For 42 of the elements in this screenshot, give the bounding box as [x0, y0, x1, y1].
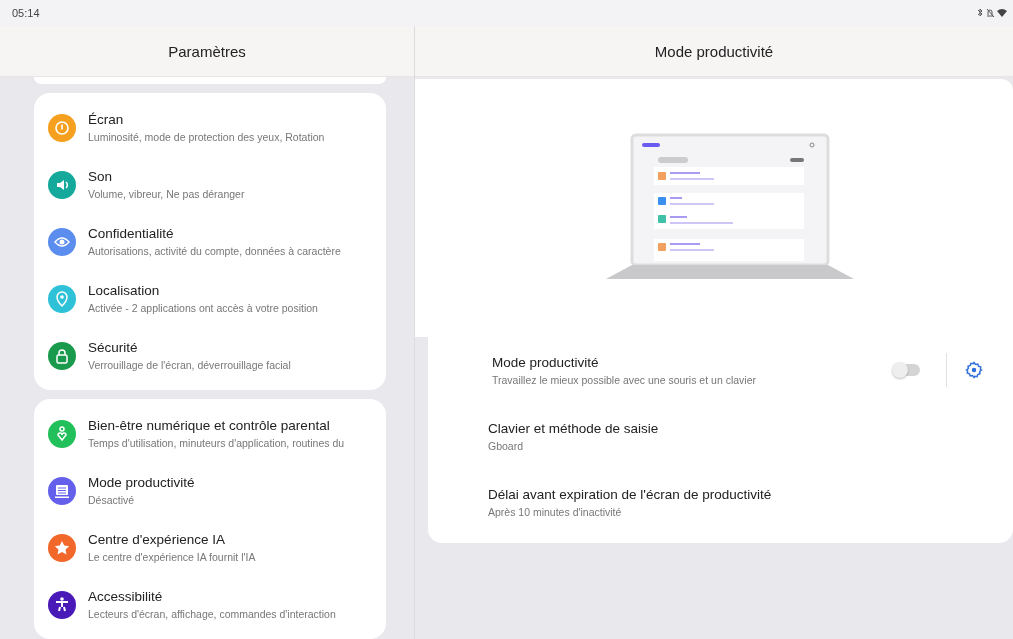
toggle-switch[interactable] — [894, 364, 920, 376]
item-subtitle: Désactivé — [88, 494, 136, 506]
item-subtitle: Volume, vibreur, Ne pas déranger — [88, 188, 245, 200]
item-title: Bien-être numérique et contrôle parental — [88, 418, 331, 433]
item-title: Mode productivité — [88, 475, 195, 490]
item-title: Centre d'expérience IA — [88, 532, 226, 547]
row-subtitle: Travaillez le mieux possible avec une souris et un clavier — [492, 373, 757, 386]
row-subtitle: Après 10 minutes d'inactivité — [488, 505, 623, 518]
pane-title: Mode productivité — [654, 42, 774, 60]
status-time: 05:14 — [12, 7, 40, 19]
item-subtitle: Le centre d'expérience IA fournit l'IA — [88, 551, 256, 563]
row-title: Mode productivité — [492, 354, 600, 370]
item-subtitle: Lecteurs d'écran, affichage, commandes d'interaction — [88, 608, 336, 620]
settings-item[interactable]: Écran Luminosité, mode de protection des yeux, Rotation — [34, 99, 386, 156]
status-icons — [977, 8, 1009, 18]
settings-item[interactable]: Mode productivité Désactivé — [34, 462, 386, 519]
item-title: Accessibilité — [88, 589, 164, 604]
settings-item[interactable]: Sécurité Verrouillage de l'écran, déverrouillage facial — [34, 327, 386, 384]
pane-title: Paramètres — [168, 42, 246, 60]
item-subtitle: Verrouillage de l'écran, déverrouillage facial — [88, 359, 291, 371]
item-subtitle: Luminosité, mode de protection des yeux, Rotation — [88, 131, 325, 143]
item-title: Sécurité — [88, 340, 139, 355]
settings-icon[interactable] — [965, 361, 983, 379]
settings-item[interactable]: Confidentialité Autorisations, activité du compte, données à caractère — [34, 213, 386, 270]
row-subtitle: Gboard — [488, 439, 525, 452]
item-subtitle: Autorisations, activité du compte, données à caractère — [88, 245, 341, 257]
item-title: Écran — [88, 112, 125, 127]
row-title: Délai avant expiration de l'écran de productivité — [488, 486, 773, 502]
item-title: Localisation — [88, 283, 161, 298]
settings-item[interactable]: Son Volume, vibreur, Ne pas déranger — [34, 156, 386, 213]
item-subtitle: Temps d'utilisation, minuteurs d'application, routines du — [88, 437, 345, 449]
settings-row[interactable]: Délai avant expiration de l'écran de productivité Après 10 minutes d'inactivité — [428, 469, 1013, 535]
settings-item[interactable]: Accessibilité Lecteurs d'écran, affichage, commandes d'interaction — [34, 576, 386, 633]
item-title: Son — [88, 169, 114, 184]
item-title: Confidentialité — [88, 226, 175, 241]
item-subtitle: Activée - 2 applications ont accès à votre position — [88, 302, 318, 314]
settings-item[interactable]: Centre d'expérience IA Le centre d'expérience IA fournit l'IA — [34, 519, 386, 576]
row-title: Clavier et méthode de saisie — [488, 420, 660, 436]
settings-item[interactable]: Bien-être numérique et contrôle parental Temps d'utilisation, minuteurs d'application, routines du — [34, 405, 386, 462]
settings-row[interactable]: Mode productivité Travaillez le mieux possible avec une souris et un clavier — [428, 337, 1013, 403]
settings-item[interactable]: Localisation Activée - 2 applications ont accès à votre position — [34, 270, 386, 327]
settings-row[interactable]: Clavier et méthode de saisie Gboard — [428, 403, 1013, 469]
